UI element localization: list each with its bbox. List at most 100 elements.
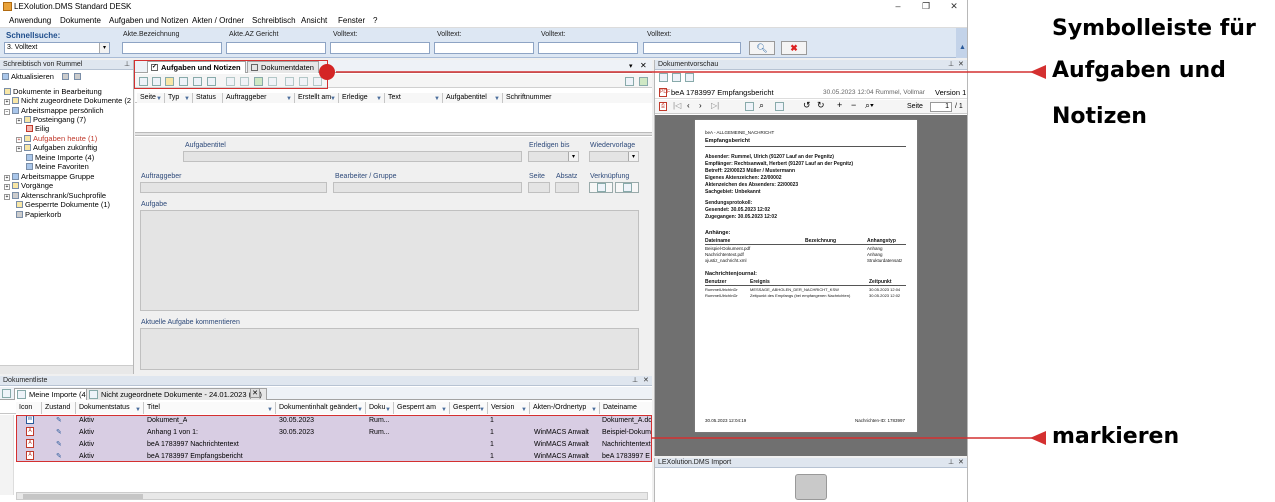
- expand-icon[interactable]: +: [4, 99, 10, 105]
- col-version[interactable]: Version ▼: [488, 402, 530, 414]
- expand-icon[interactable]: +: [16, 118, 22, 124]
- akte-bezeichnung-input[interactable]: [122, 42, 222, 54]
- first-page-icon[interactable]: |◁: [673, 101, 681, 110]
- tree-arbeitsmappe-gruppe[interactable]: + Arbeitsmappe Gruppe: [4, 172, 94, 181]
- page-number-input[interactable]: 1: [930, 102, 952, 112]
- menu-aufgaben[interactable]: Aufgaben und Notizen: [109, 16, 188, 25]
- filter-icon[interactable]: ▼: [385, 404, 391, 414]
- prev-page-icon[interactable]: ‹: [687, 101, 690, 110]
- pin-icon[interactable]: ⊥: [632, 376, 638, 386]
- zoom-icon[interactable]: ⌕▾: [865, 100, 874, 111]
- filter-icon[interactable]: ▼: [357, 404, 363, 414]
- tab-nicht-zugeordnet[interactable]: Nicht zugeordnete Dokumente - 24.01.2023…: [86, 388, 267, 400]
- col-doku[interactable]: Doku ▼: [366, 402, 394, 414]
- col-status[interactable]: Status: [193, 93, 223, 103]
- tab-dropdown-icon[interactable]: ▾: [629, 62, 633, 70]
- menu-fenster[interactable]: Fenster: [338, 16, 365, 25]
- erledigen-bis-date[interactable]: ▾: [528, 151, 579, 162]
- expand-icon[interactable]: +: [4, 184, 10, 190]
- close-import-icon[interactable]: ✕: [958, 458, 964, 468]
- kommentar-textarea[interactable]: [140, 328, 639, 370]
- col-zustand[interactable]: Zustand: [42, 402, 76, 414]
- tree-gesperrte-dokumente[interactable]: Gesperrte Dokumente (1): [16, 200, 110, 209]
- rotate-left-icon[interactable]: ↺: [803, 100, 811, 111]
- pdf-viewport[interactable]: beA - ALLGEMEINE_NACHRICHT Empfangsberic…: [655, 115, 967, 456]
- user-icon[interactable]: [62, 73, 69, 80]
- col-seite[interactable]: Seite ▼: [137, 93, 165, 103]
- export-icon[interactable]: [639, 77, 648, 86]
- filter-icon[interactable]: ▼: [135, 404, 141, 414]
- find-icon[interactable]: ⌕: [759, 100, 764, 111]
- rotate-right-icon[interactable]: ↻: [817, 100, 825, 111]
- filter-icon[interactable]: ▼: [376, 94, 382, 103]
- zoom-out-icon[interactable]: −: [851, 100, 856, 110]
- col-gesperrt-am[interactable]: Gesperrt am ▼: [394, 402, 450, 414]
- refresh-button[interactable]: Aktualisieren: [2, 72, 54, 83]
- tree-aktenschrank[interactable]: + Aktenschrank/Suchprofile: [4, 191, 106, 200]
- filter-icon[interactable]: ▼: [494, 94, 500, 103]
- auftraggeber-input[interactable]: [140, 182, 327, 193]
- link-button[interactable]: [589, 182, 613, 193]
- last-page-icon[interactable]: ▷|: [711, 101, 719, 110]
- close-tab-icon[interactable]: ✕: [250, 388, 260, 398]
- volltext-input-3[interactable]: [538, 42, 638, 54]
- tree-meine-importe[interactable]: Meine Importe (4): [26, 153, 94, 162]
- col-erledige[interactable]: Erledige ▼: [339, 93, 385, 103]
- filter-icon[interactable]: ▼: [521, 404, 527, 414]
- aufgabe-textarea[interactable]: [140, 210, 639, 311]
- collapse-quicksearch-button[interactable]: ▲: [956, 28, 967, 58]
- menu-ansicht[interactable]: Ansicht: [301, 16, 327, 25]
- filter-icon[interactable]: ▼: [591, 404, 597, 414]
- filter-icon[interactable]: ▼: [286, 94, 292, 103]
- tree-eilig[interactable]: Eilig: [26, 124, 49, 133]
- page-icon[interactable]: [659, 73, 668, 82]
- tab-meine-importe[interactable]: Meine Importe (4): [14, 388, 94, 400]
- open-icon[interactable]: [685, 73, 694, 82]
- close-pane-icon[interactable]: ✕: [640, 61, 647, 70]
- close-preview-icon[interactable]: ✕: [958, 60, 964, 70]
- menu-dokumente[interactable]: Dokumente: [60, 16, 101, 25]
- splitter[interactable]: [135, 132, 652, 136]
- tree-papierkorb[interactable]: Papierkorb: [16, 210, 61, 219]
- col-aktentyp[interactable]: Akten-/Ordnertyp ▼: [530, 402, 600, 414]
- volltext-input-4[interactable]: [643, 42, 741, 54]
- menu-schreibtisch[interactable]: Schreibtisch: [252, 16, 296, 25]
- bearbeiter-input[interactable]: [333, 182, 522, 193]
- menu-help[interactable]: ?: [373, 16, 377, 25]
- unlink-button[interactable]: [615, 182, 639, 193]
- select-tool-icon[interactable]: [775, 102, 784, 111]
- col-dokumentstatus[interactable]: Dokumentstatus ▼: [76, 402, 144, 414]
- col-schriftnummer[interactable]: Schriftnummer: [503, 93, 652, 103]
- menu-akten[interactable]: Akten / Ordner: [192, 16, 244, 25]
- pdf-save-icon[interactable]: ⎙: [659, 102, 667, 111]
- clear-search-button[interactable]: ✖: [781, 41, 807, 55]
- search-button[interactable]: 🔍︎: [749, 41, 775, 55]
- pin-icon[interactable]: ⊥: [124, 60, 130, 70]
- col-gesperrt[interactable]: Gesperrt ▼: [450, 402, 488, 414]
- tree-meine-favoriten[interactable]: Meine Favoriten: [26, 162, 89, 171]
- filter-icon[interactable]: ▼: [330, 94, 336, 103]
- col-text[interactable]: Text ▼: [385, 93, 443, 103]
- expand-icon[interactable]: +: [16, 146, 22, 152]
- col-auftraggeber[interactable]: Auftraggeber ▼: [223, 93, 295, 103]
- col-titel[interactable]: Titel ▼: [144, 402, 276, 414]
- users-icon[interactable]: [74, 73, 81, 80]
- aufgabentitel-input[interactable]: [183, 151, 522, 162]
- filter-icon[interactable]: ▼: [479, 404, 485, 414]
- tree-nicht-zugeordnet[interactable]: + Nicht zugeordnete Dokumente (2: [4, 96, 131, 105]
- tree-aufgaben-zukuenftig[interactable]: + Aufgaben zukünftig: [16, 143, 97, 152]
- tree-arbeitsmappe-persoenlich[interactable]: − Arbeitsmappe persönlich: [4, 106, 104, 115]
- pin-icon[interactable]: ⊥: [948, 458, 954, 468]
- search-mode-select[interactable]: 3. Volltext ▾: [4, 42, 110, 54]
- tree-aufgaben-heute[interactable]: + Aufgaben heute (1): [16, 134, 97, 143]
- layout-icon[interactable]: [625, 77, 634, 86]
- expand-icon[interactable]: +: [4, 194, 10, 200]
- filter-icon[interactable]: ▼: [267, 404, 273, 414]
- filter-icon[interactable]: ▼: [156, 94, 162, 103]
- absatz-input[interactable]: [555, 182, 579, 193]
- volltext-input-1[interactable]: [330, 42, 430, 54]
- filter-icon[interactable]: ▼: [441, 404, 447, 414]
- col-inhalt-geaendert[interactable]: Dokumentinhalt geändert ▼: [276, 402, 366, 414]
- col-aufgabentitel[interactable]: Aufgabentitel ▼: [443, 93, 503, 103]
- col-erstellt-am[interactable]: Erstellt am ▼: [295, 93, 339, 103]
